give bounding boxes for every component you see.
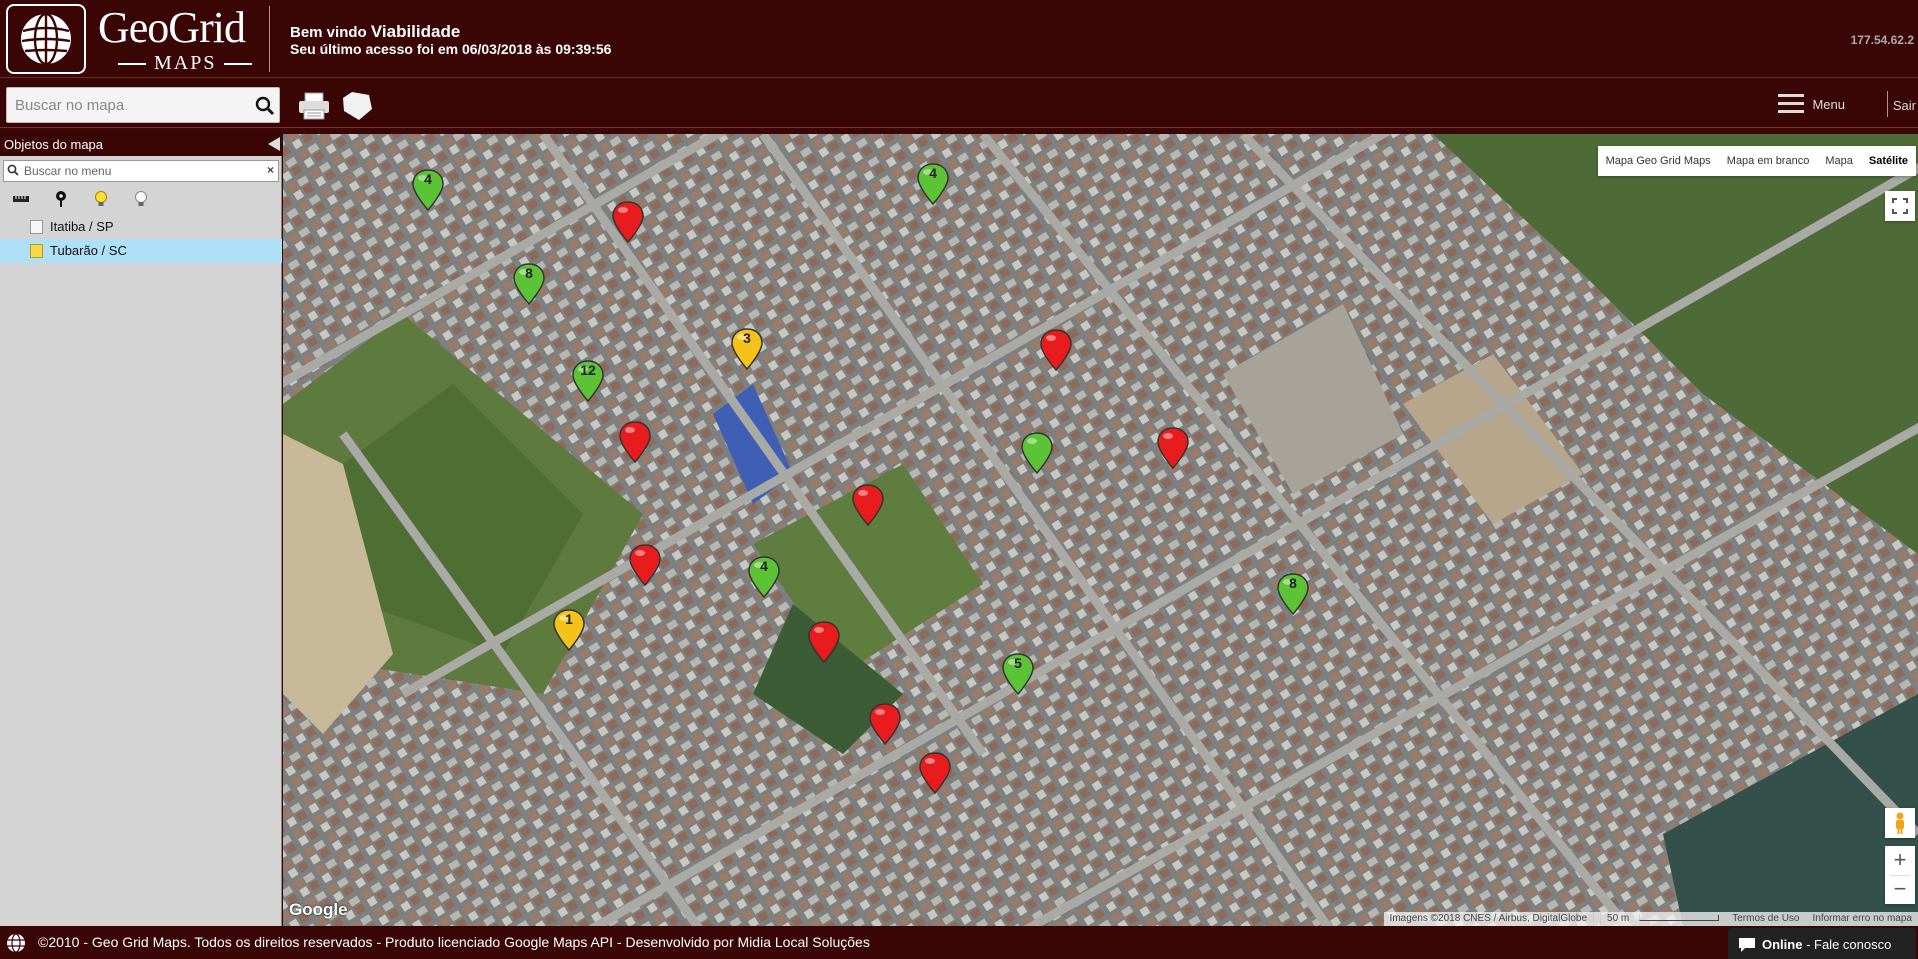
marker-count-label: 1 [565, 611, 573, 627]
menu-search-input[interactable] [22, 162, 252, 180]
zoom-control: + − [1885, 846, 1915, 904]
logo-subtitle: MAPS [110, 52, 260, 75]
menu-button[interactable]: Menu [1778, 91, 1845, 117]
marker-count-label: 8 [525, 265, 533, 281]
map-marker-green[interactable]: 4 [747, 555, 781, 599]
ruler-icon[interactable] [12, 190, 30, 208]
hamburger-icon [1778, 94, 1805, 113]
bulb-on-icon[interactable] [92, 190, 110, 208]
print-icon[interactable] [297, 91, 331, 121]
filter-toolbar [0, 186, 282, 212]
map-marker-red[interactable] [611, 200, 645, 244]
chat-status: Online [1762, 937, 1803, 952]
last-access-text: Seu último acesso foi em 06/03/2018 às 0… [290, 41, 612, 57]
map-marker-green[interactable]: 4 [411, 168, 445, 212]
zoom-out-button[interactable]: − [1885, 875, 1915, 904]
map-scale[interactable]: 50 m [1593, 912, 1725, 926]
fullscreen-button[interactable] [1885, 191, 1915, 221]
polygon-draw-icon[interactable] [340, 89, 374, 123]
map-marker-green[interactable]: 4 [916, 162, 950, 206]
marker-count-label: 5 [1014, 655, 1022, 671]
map-marker-red[interactable] [628, 543, 662, 587]
maptype-geogrid[interactable]: Mapa Geo Grid Maps [1598, 146, 1719, 176]
map-marker-red[interactable] [807, 620, 841, 664]
globe-logo-icon[interactable] [6, 4, 86, 74]
zoom-in-button[interactable]: + [1885, 846, 1915, 875]
tree-item-itatiba[interactable]: Itatiba / SP [0, 215, 282, 239]
menu-search-box: × [3, 160, 279, 182]
satellite-map[interactable]: 4 4 8 3 12 4 8 1 5 Mapa Geo Grid Maps Mapa em br… [283, 134, 1918, 926]
map-marker-red[interactable] [1156, 426, 1190, 470]
marker-count-label: 4 [424, 171, 432, 187]
map-marker-red[interactable] [851, 483, 885, 527]
search-icon [7, 164, 19, 176]
map-marker-red[interactable] [618, 420, 652, 464]
welcome-message: Bem vindo Viabilidade [290, 22, 461, 41]
fullscreen-icon [1892, 198, 1908, 214]
map-marker-red[interactable] [918, 751, 952, 795]
map-marker-green[interactable] [1020, 431, 1054, 475]
map-marker-red[interactable] [1039, 328, 1073, 372]
map-search-input[interactable] [7, 88, 247, 122]
folder-icon [30, 244, 43, 258]
marker-count-label: 12 [580, 362, 596, 378]
tree-item-label: Tubarão / SC [50, 243, 127, 258]
copyright-text: ©2010 - Geo Grid Maps. Todos os direitos… [38, 934, 870, 950]
maptype-blank[interactable]: Mapa em branco [1719, 146, 1818, 176]
marker-count-label: 4 [760, 558, 768, 574]
google-logo: Google [289, 900, 348, 919]
document-icon [30, 220, 43, 234]
map-marker-green[interactable]: 5 [1001, 652, 1035, 696]
maptype-satellite[interactable]: Satélite [1861, 146, 1916, 176]
chat-bubble-icon [1739, 938, 1755, 952]
user-name: Viabilidade [370, 22, 461, 41]
map-marker-green[interactable]: 8 [512, 262, 546, 306]
marker-count-label: 8 [1289, 575, 1297, 591]
pin-icon[interactable] [52, 190, 70, 208]
satellite-imagery [283, 134, 1918, 926]
ip-address: 177.54.62.2 [1850, 33, 1914, 47]
marker-count-label: 4 [929, 165, 937, 181]
pegman-icon [1896, 812, 1904, 834]
menu-label: Menu [1812, 96, 1845, 112]
report-error-link[interactable]: Informar erro no mapa [1805, 912, 1918, 926]
map-marker-green[interactable]: 12 [571, 359, 605, 403]
globe-icon [7, 933, 25, 953]
logout-button[interactable]: Sair [1893, 98, 1916, 113]
clear-icon[interactable]: × [267, 163, 274, 177]
toolbar-divider [1887, 91, 1888, 117]
terms-link[interactable]: Termos de Uso [1725, 912, 1805, 926]
imagery-credit: Imagens ©2018 CNES / Airbus, DigitalGlob… [1389, 913, 1588, 924]
map-type-control: Mapa Geo Grid Maps Mapa em branco Mapa S… [1597, 146, 1916, 176]
map-marker-yellow[interactable]: 1 [552, 608, 586, 652]
chat-button[interactable]: Online - Fale conosco [1728, 928, 1916, 959]
header-divider [269, 6, 270, 72]
street-view-button[interactable] [1885, 808, 1915, 838]
app-header: GeoGrid MAPS Bem vindo Viabilidade Seu ú… [0, 0, 1918, 78]
search-icon[interactable] [255, 96, 275, 116]
toolbar: Menu Sair [0, 79, 1918, 128]
map-marker-green[interactable]: 8 [1276, 572, 1310, 616]
marker-count-label: 3 [743, 330, 751, 346]
chat-label: - Fale conosco [1802, 937, 1892, 952]
map-marker-red[interactable] [868, 702, 902, 746]
panel-title: Objetos do mapa [0, 132, 282, 156]
app-footer: ©2010 - Geo Grid Maps. Todos os direitos… [0, 926, 1918, 959]
map-search-box [6, 87, 280, 123]
tree-item-label: Itatiba / SP [50, 219, 114, 234]
map-objects-panel: Objetos do mapa × It [0, 132, 282, 926]
bulb-off-icon[interactable] [132, 190, 150, 208]
tree-item-tubarao[interactable]: Tubarão / SC [0, 239, 282, 263]
logo-title: GeoGrid [98, 3, 246, 52]
collapse-arrow-icon[interactable] [268, 137, 280, 151]
maptype-map[interactable]: Mapa [1817, 146, 1861, 176]
map-marker-yellow[interactable]: 3 [730, 327, 764, 371]
map-attribution: Imagens ©2018 CNES / Airbus, DigitalGlob… [1383, 912, 1918, 926]
